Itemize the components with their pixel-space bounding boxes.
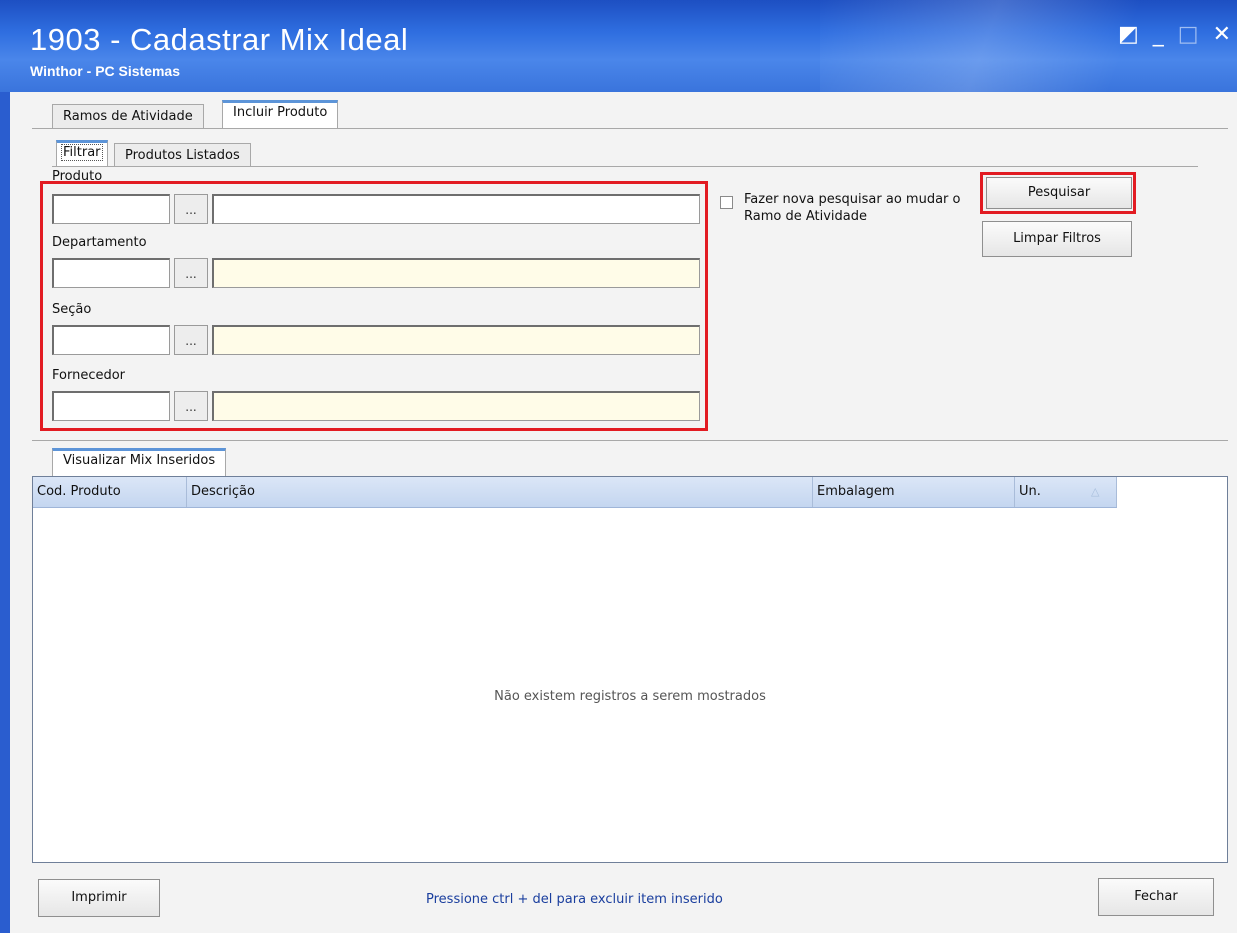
title-bar[interactable]: 1903 - Cadastrar Mix Ideal Winthor - PC … <box>0 0 1237 92</box>
tab-label: Ramos de Atividade <box>63 109 193 124</box>
column-cod-produto[interactable]: Cod. Produto <box>33 477 187 507</box>
main-window: 1903 - Cadastrar Mix Ideal Winthor - PC … <box>0 0 1237 933</box>
nova-pesquisa-label: Fazer nova pesquisar ao mudar o Ramo de … <box>744 192 961 224</box>
column-un[interactable]: Un. <box>1015 477 1117 507</box>
sort-ascending-icon: △ <box>1091 485 1100 498</box>
grid-empty-message: Não existem registros a serem mostrados <box>494 689 766 704</box>
tab-label: Filtrar <box>61 144 103 161</box>
window-controls: ◩ _ □ ✕ <box>1118 24 1237 48</box>
close-icon[interactable]: ✕ <box>1213 24 1231 48</box>
grid-header: Cod. Produto Descrição Embalagem Un. △ <box>33 477 1117 508</box>
maximize-icon[interactable]: □ <box>1178 24 1199 48</box>
tab-visualizar-mix-inseridos[interactable]: Visualizar Mix Inseridos <box>52 448 227 476</box>
fechar-label: Fechar <box>1134 889 1178 904</box>
fechar-button[interactable]: Fechar <box>1098 878 1214 916</box>
tab-produtos-listados[interactable]: Produtos Listados <box>114 143 251 167</box>
imprimir-label: Imprimir <box>71 890 127 905</box>
window-subtitle: Winthor - PC Sistemas <box>30 63 181 79</box>
column-descricao[interactable]: Descrição <box>187 477 813 507</box>
window-title: 1903 - Cadastrar Mix Ideal <box>30 22 409 57</box>
tab-filtrar[interactable]: Filtrar <box>56 140 108 166</box>
tab-label: Produtos Listados <box>125 148 240 163</box>
delete-hint-text: Pressione ctrl + del para excluir item i… <box>426 892 723 907</box>
tab-label: Incluir Produto <box>233 105 328 120</box>
tab-strip-divider <box>32 128 1228 129</box>
mix-grid[interactable]: Cod. Produto Descrição Embalagem Un. △ N… <box>32 476 1228 863</box>
limpar-filtros-button[interactable]: Limpar Filtros <box>982 221 1132 257</box>
nova-pesquisa-checkbox[interactable] <box>720 196 733 209</box>
filters-highlight-box <box>40 181 708 431</box>
pesquisar-highlight-box <box>980 172 1136 214</box>
section-divider <box>32 440 1228 441</box>
restore-icon[interactable]: ◩ <box>1118 24 1139 48</box>
window-left-border <box>0 92 10 933</box>
column-embalagem[interactable]: Embalagem <box>813 477 1015 507</box>
limpar-filtros-label: Limpar Filtros <box>1013 231 1101 246</box>
tab-incluir-produto[interactable]: Incluir Produto <box>222 100 339 128</box>
tab-ramos-de-atividade[interactable]: Ramos de Atividade <box>52 104 204 128</box>
inner-tab-divider <box>52 166 1198 167</box>
tab-label: Visualizar Mix Inseridos <box>63 453 216 468</box>
minimize-icon[interactable]: _ <box>1153 24 1164 48</box>
imprimir-button[interactable]: Imprimir <box>38 879 160 917</box>
